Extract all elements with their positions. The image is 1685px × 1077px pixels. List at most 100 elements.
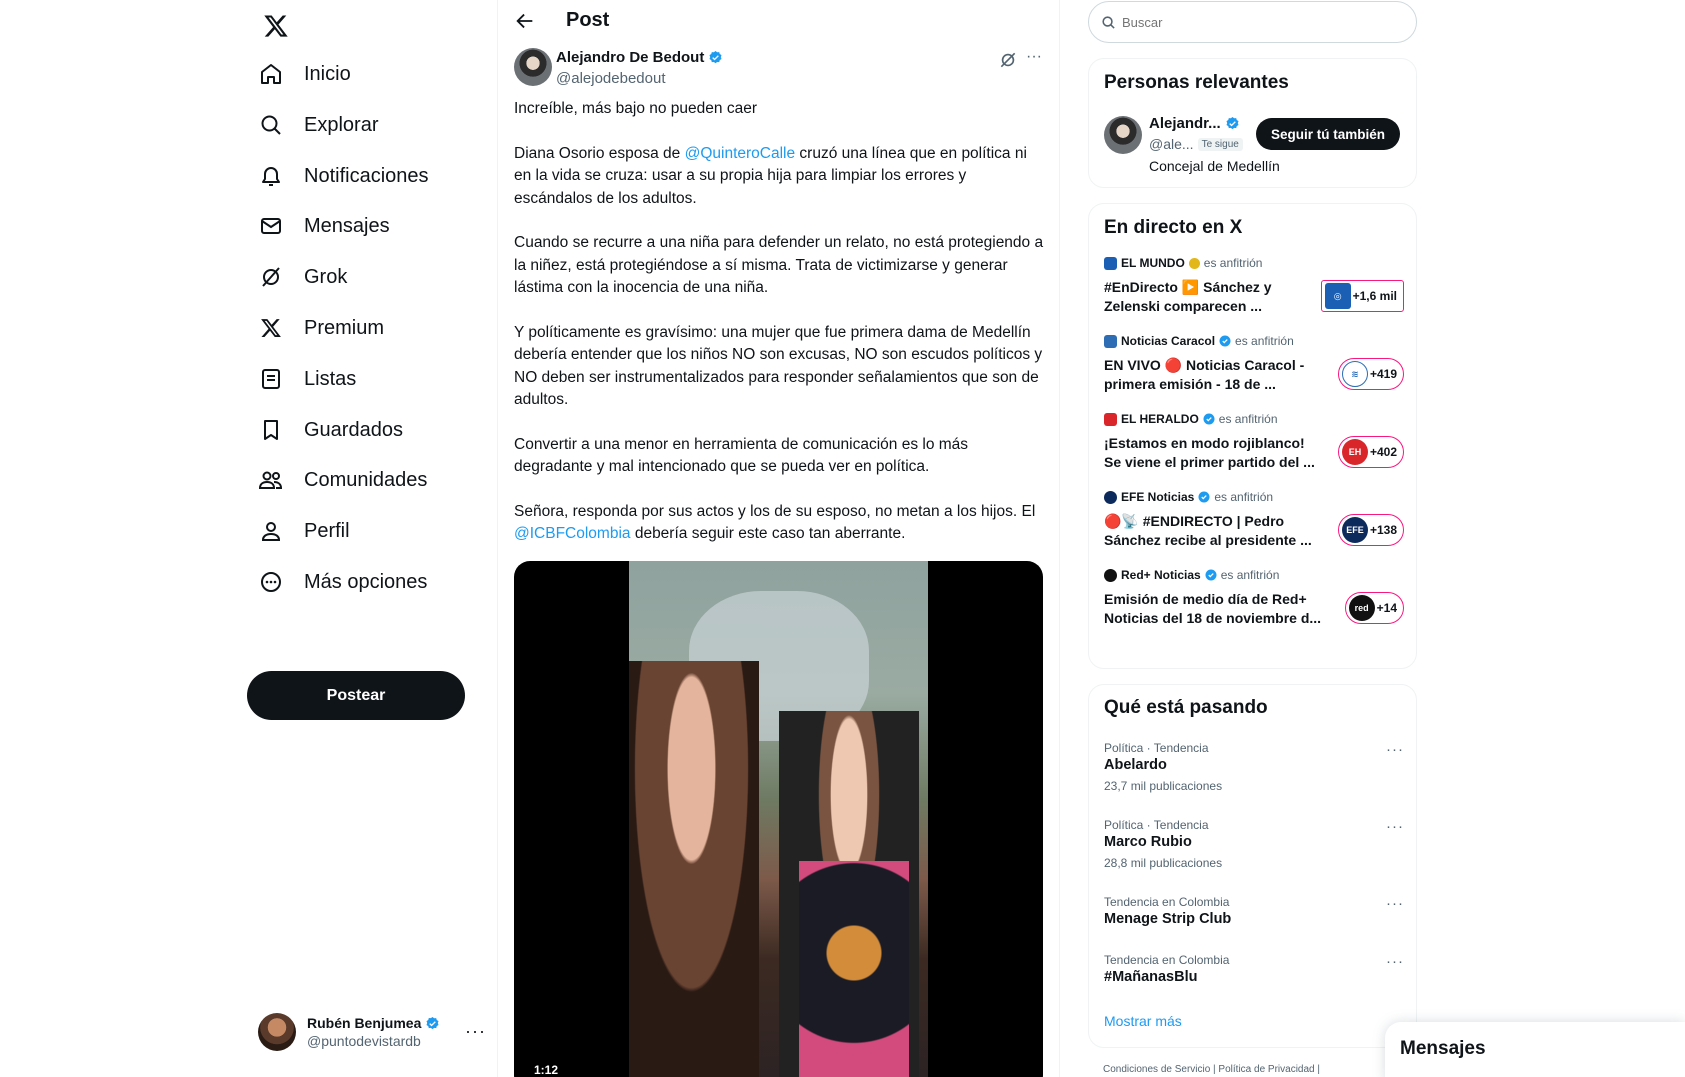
communities-icon: [258, 467, 284, 493]
trend-item[interactable]: Tendencia en Colombia #MañanasBlu ···: [1104, 953, 1404, 1013]
list-icon: [258, 366, 284, 392]
nav-label: Mensajes: [304, 214, 390, 237]
tweet-paragraph: Cuando se recurre a una niña para defend…: [514, 234, 1044, 296]
show-more-link[interactable]: Mostrar más: [1104, 1013, 1182, 1029]
mention-link[interactable]: @ICBFColombia: [514, 525, 631, 542]
live-item[interactable]: EL MUNDO es anfitrión #EnDirecto ▶️ Sánch…: [1104, 256, 1404, 334]
live-title: #EnDirecto ▶️ Sánchez y Zelenski compare…: [1104, 279, 1272, 314]
host-name: EL MUNDO: [1121, 256, 1185, 270]
nav-label: Guardados: [304, 418, 403, 441]
search-bar[interactable]: [1088, 1, 1417, 43]
trend-count: 28,8 mil publicaciones: [1104, 856, 1223, 870]
text-span: Señora, responda por sus actos y los de …: [514, 502, 1036, 520]
trend-name: Menage Strip Club: [1104, 911, 1232, 927]
right-sidebar: Personas relevantes Alejandr... @ale...T…: [1088, 0, 1418, 1077]
bookmark-icon: [258, 417, 284, 443]
search-icon: [258, 112, 284, 138]
grok-icon[interactable]: [998, 50, 1018, 70]
nav-label: Notificaciones: [304, 164, 429, 187]
live-item[interactable]: EL HERALDO es anfitrión ¡Estamos en modo …: [1104, 412, 1404, 490]
more-horizontal-icon: ···: [465, 1021, 486, 1041]
host-role: es anfitrión: [1235, 334, 1294, 348]
relevant-name[interactable]: Alejandr...: [1149, 115, 1221, 132]
video-duration: 1:12: [534, 1063, 559, 1077]
messages-drawer[interactable]: Mensajes: [1385, 1022, 1685, 1077]
page-title: Post: [566, 9, 610, 31]
live-title: 🔴📡 #ENDIRECTO | Pedro Sánchez recibe al …: [1104, 513, 1312, 548]
left-navigation: Inicio Explorar Notificaciones Mensajes …: [246, 0, 496, 1077]
tweet-paragraph: Y políticamente es gravísimo: una mujer …: [514, 323, 1043, 409]
author-handle[interactable]: @alejodebedout: [556, 70, 665, 87]
nav-item-grok[interactable]: Grok: [258, 253, 347, 301]
x-logo-icon[interactable]: [258, 8, 298, 48]
listener-count-badge: EFE +138: [1337, 514, 1404, 546]
live-title: EN VIVO 🔴 Noticias Caracol - primera emi…: [1104, 357, 1305, 392]
host-role: es anfitrión: [1218, 412, 1278, 426]
nav-item-notificaciones[interactable]: Notificaciones: [258, 152, 429, 200]
search-input[interactable]: [1122, 14, 1382, 30]
footer-links[interactable]: Condiciones de Servicio | Política de Pr…: [1103, 1064, 1320, 1075]
avatar[interactable]: [1104, 116, 1142, 154]
nav-label: Comunidades: [304, 468, 428, 491]
more-circle-icon: [258, 569, 284, 595]
verified-badge-icon: [1219, 335, 1231, 347]
relevant-people-card: Personas relevantes Alejandr... @ale... T…: [1088, 58, 1417, 188]
card-title: Personas relevantes: [1104, 72, 1289, 93]
post-button[interactable]: Postear: [247, 671, 465, 720]
home-icon: [258, 61, 284, 87]
nav-item-comunidades[interactable]: Comunidades: [258, 456, 427, 504]
mail-icon: [258, 213, 284, 239]
live-card: En directo en X EL MUNDO es anfitrión #En…: [1088, 203, 1417, 669]
grok-icon: [258, 264, 284, 290]
nav-label: Perfil: [304, 519, 350, 542]
trend-item[interactable]: Tendencia en Colombia Menage Strip Club …: [1104, 895, 1404, 955]
nav-item-mensajes[interactable]: Mensajes: [258, 202, 390, 250]
host-name: EL HERALDO: [1121, 412, 1199, 426]
author-avatar[interactable]: [514, 48, 552, 86]
live-title: ¡Estamos en modo rojiblanco! Se viene el…: [1104, 435, 1315, 470]
host-name: Noticias Caracol: [1121, 334, 1216, 348]
nav-item-explorar[interactable]: Explorar: [258, 101, 378, 149]
efe-logo-icon: [1104, 490, 1117, 504]
verified-badge-icon: [709, 50, 722, 64]
nav-item-perfil[interactable]: Perfil: [258, 507, 350, 555]
tweet-paragraph: Señora, responda por sus actos y los de …: [514, 501, 1044, 546]
nav-item-premium[interactable]: Premium: [258, 304, 384, 352]
nav-item-inicio[interactable]: Inicio: [258, 50, 351, 98]
more-horizontal-icon[interactable]: ···: [1386, 953, 1404, 970]
account-name: Rubén Benjumea: [307, 1015, 422, 1031]
verified-badge-icon: [1226, 116, 1239, 130]
search-icon: [1102, 15, 1115, 29]
live-item[interactable]: Red+ Noticias es anfitrión Emisión de med…: [1104, 568, 1404, 646]
nav-item-listas[interactable]: Listas: [258, 355, 356, 403]
video-frame: [629, 561, 928, 1077]
more-horizontal-icon[interactable]: ···: [1386, 895, 1404, 912]
nav-item-guardados[interactable]: Guardados: [258, 406, 403, 454]
nav-item-mas-opciones[interactable]: Más opciones: [258, 558, 427, 606]
live-item[interactable]: EFE Noticias es anfitrión 🔴📡 #ENDIRECTO |…: [1104, 490, 1404, 568]
follows-you-badge: Te sigue: [1197, 137, 1243, 151]
follow-back-button[interactable]: Seguir tú también: [1256, 118, 1400, 150]
more-horizontal-icon[interactable]: ···: [1386, 818, 1404, 835]
nav-label: Listas: [304, 367, 357, 390]
more-horizontal-icon[interactable]: ···: [1386, 741, 1404, 758]
el-heraldo-logo-icon: [1104, 412, 1117, 426]
listener-count: +419: [1369, 367, 1397, 381]
verified-badge-icon: [426, 1016, 439, 1029]
efe-logo-icon: EFE: [1341, 517, 1368, 543]
account-switcher[interactable]: Rubén Benjumea @puntodevistardb ···: [258, 1008, 486, 1056]
trend-context: Política · Tendencia: [1104, 818, 1209, 832]
live-item[interactable]: Noticias Caracol es anfitrión EN VIVO 🔴 N…: [1104, 334, 1404, 412]
author-name[interactable]: Alejandro De Bedout: [556, 49, 704, 66]
video-player[interactable]: 1:12: [514, 561, 1043, 1077]
mention-link[interactable]: @QuinteroCalle: [685, 145, 796, 162]
listener-count: +402: [1369, 445, 1397, 459]
trend-item[interactable]: Política · Tendencia Abelardo 23,7 mil p…: [1104, 741, 1404, 801]
more-horizontal-icon[interactable]: ···: [1026, 48, 1046, 68]
listener-count: +14: [1376, 601, 1397, 615]
verified-badge-icon: [1205, 569, 1217, 581]
relevant-handle: @ale...: [1149, 136, 1194, 152]
trend-item[interactable]: Política · Tendencia Marco Rubio 28,8 mi…: [1104, 818, 1404, 878]
nav-label: Premium: [304, 316, 385, 339]
back-arrow-icon[interactable]: [514, 10, 536, 32]
